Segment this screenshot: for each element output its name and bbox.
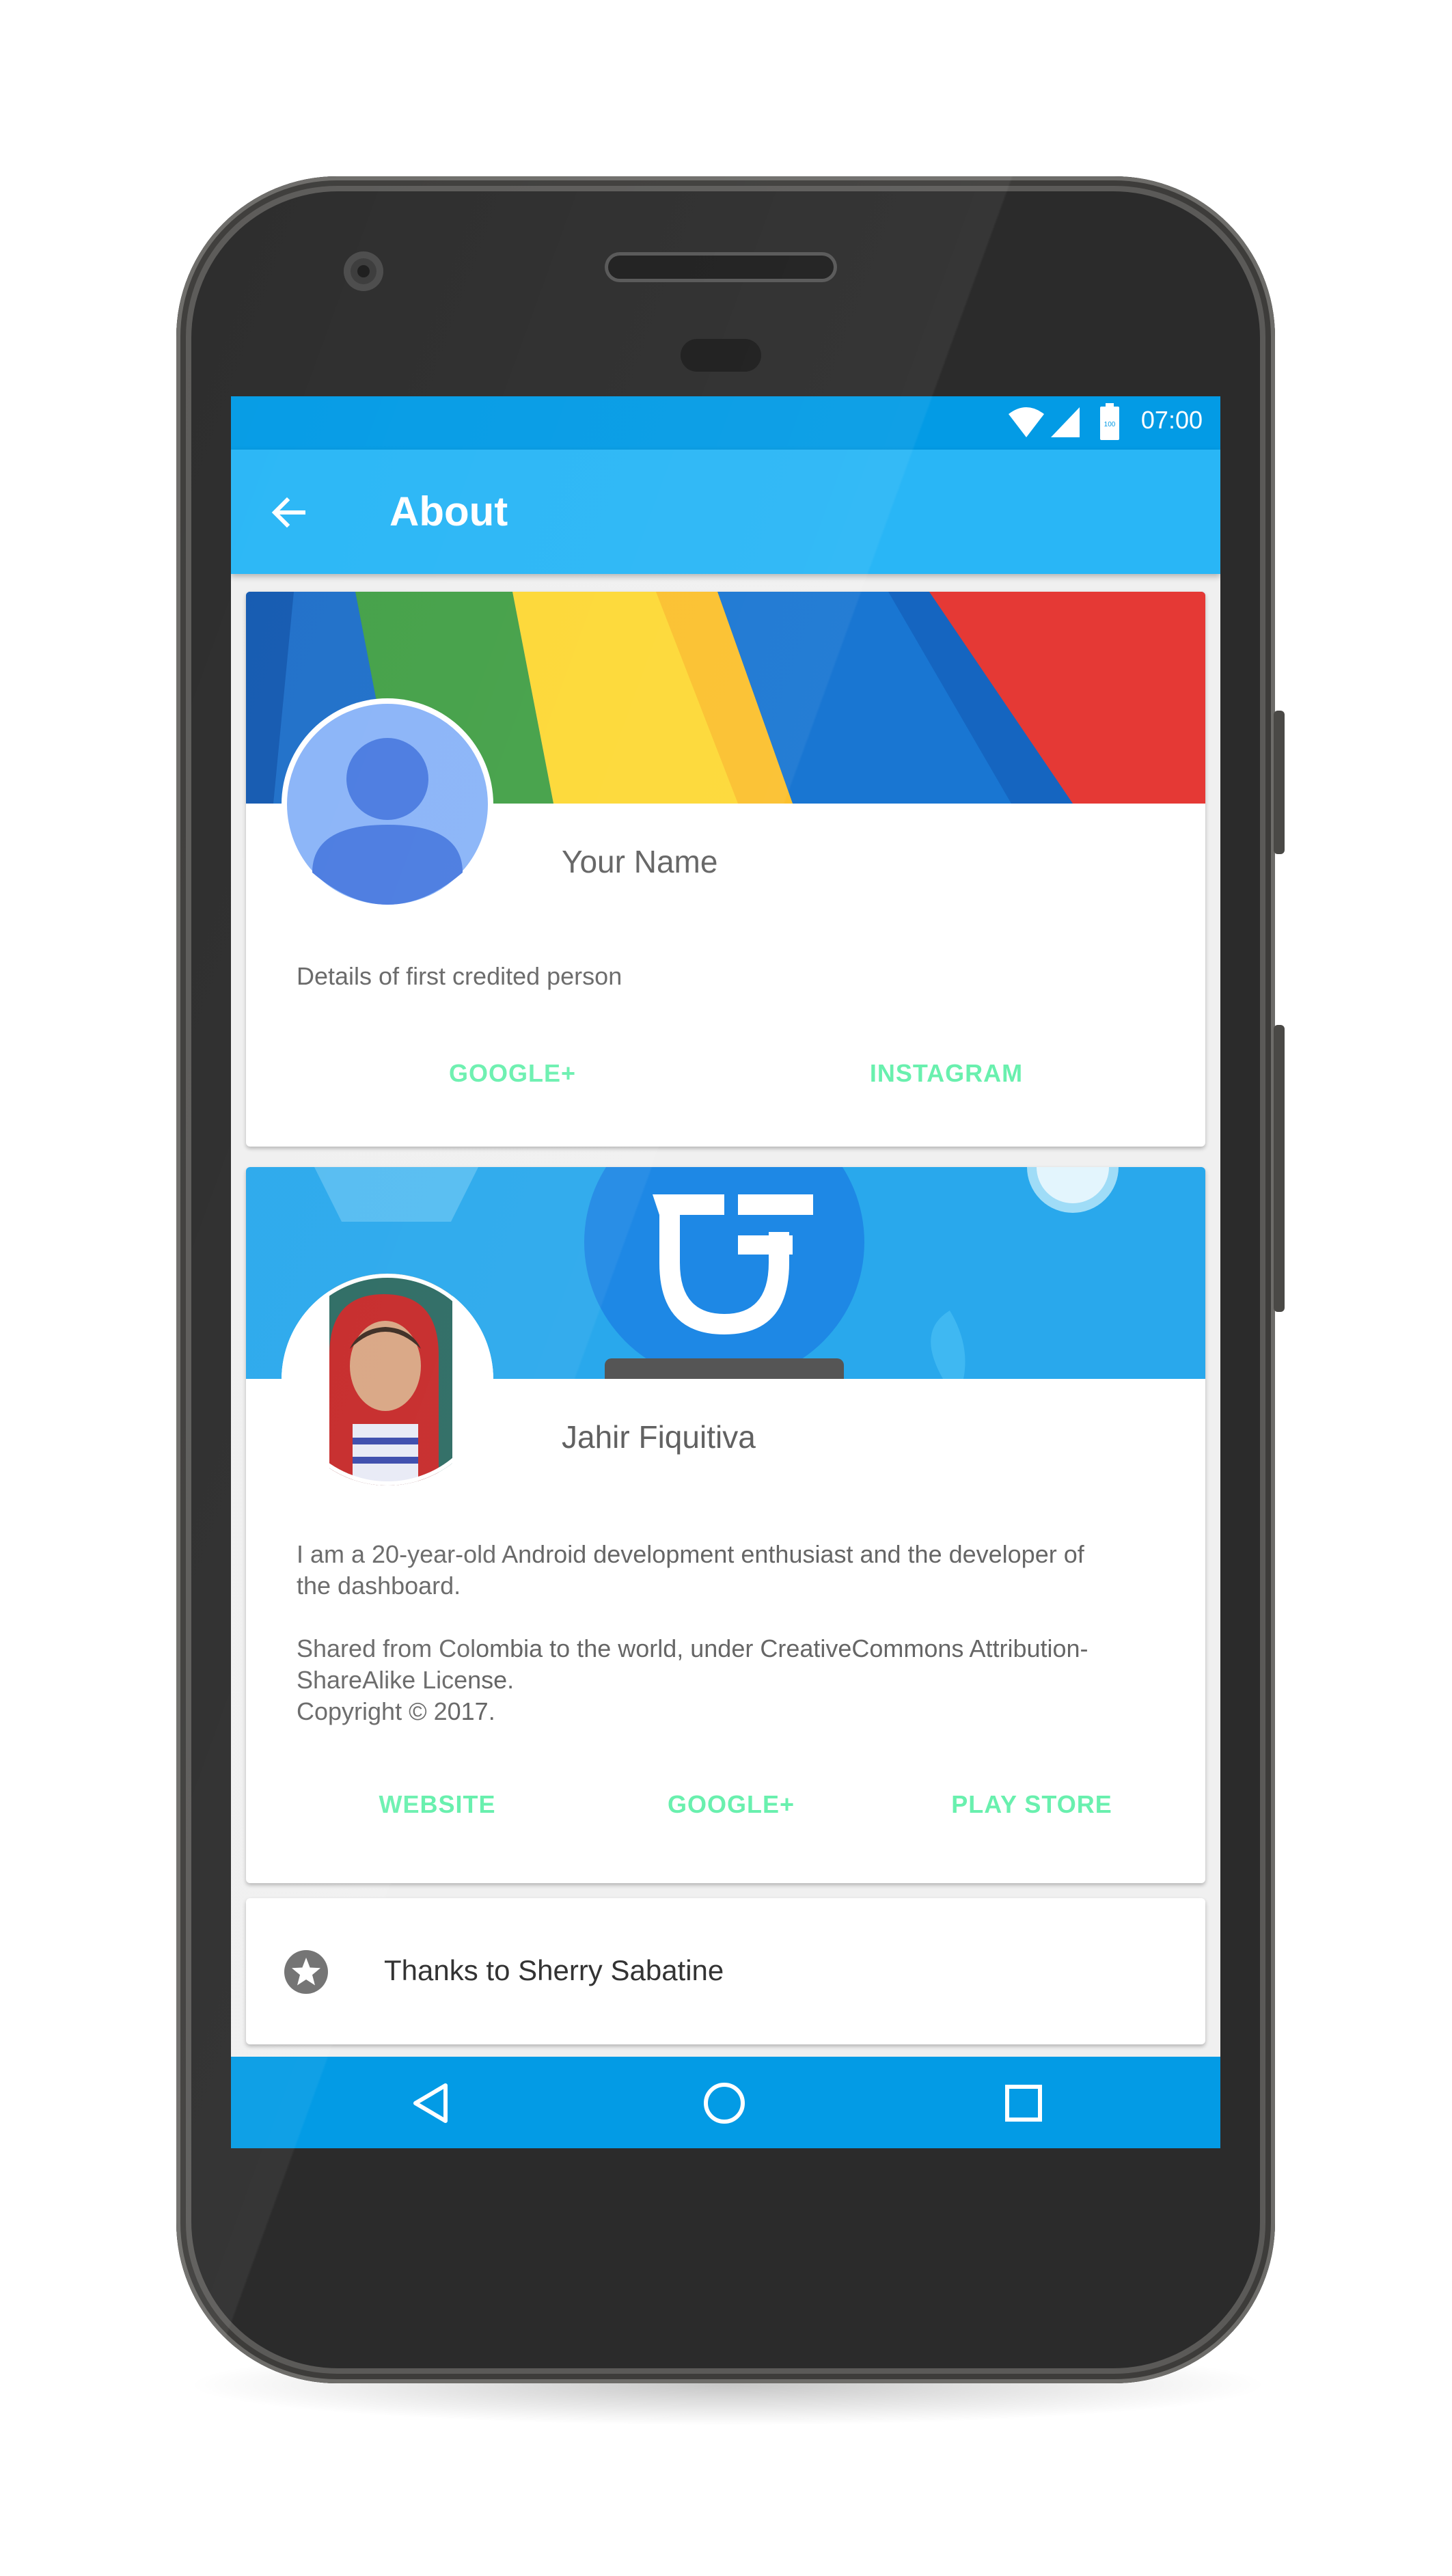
battery-icon: 100 — [1100, 403, 1119, 440]
star-circle-icon — [284, 1950, 328, 1994]
details-line: ShareAlike License. — [297, 1666, 515, 1694]
avatar-placeholder — [282, 698, 493, 910]
person-details: Details of first credited person — [297, 962, 622, 990]
earpiece-speaker — [608, 256, 834, 279]
thanks-list-item[interactable]: Thanks to Sherry Sabatine — [246, 1898, 1205, 2044]
battery-level-text: 100 — [1104, 421, 1116, 428]
navigation-bar — [231, 2057, 1220, 2148]
nav-back-icon[interactable] — [410, 2081, 451, 2125]
google-plus-button[interactable]: GOOGLE+ — [629, 1790, 834, 1819]
credit-card-1: Your Name Details of first credited pers… — [246, 592, 1205, 1147]
play-store-button[interactable]: PLAY STORE — [919, 1790, 1145, 1819]
credit-card-2: Jahir Fiquitiva I am a 20-year-old Andro… — [246, 1167, 1205, 1883]
phone-power-button — [1274, 711, 1285, 854]
nav-recents-icon[interactable] — [1004, 2084, 1043, 2122]
person-name: Your Name — [562, 844, 718, 879]
details-line: Copyright © 2017. — [297, 1697, 495, 1725]
status-bar: 100 07:00 — [231, 396, 1220, 450]
website-button[interactable]: WEBSITE — [335, 1790, 540, 1819]
wifi-icon — [1009, 407, 1044, 437]
phone-volume-button — [1274, 1025, 1285, 1312]
app-screen: 100 07:00 About Your Name Details of fir… — [231, 396, 1220, 2148]
signal-icon — [1051, 407, 1080, 437]
app-bar: About — [231, 450, 1220, 574]
status-time: 07:00 — [1140, 406, 1203, 434]
details-line: Shared from Colombia to the world, under… — [297, 1634, 1088, 1662]
person-name: Jahir Fiquitiva — [562, 1419, 756, 1455]
details-line: I am a 20-year-old Android development e… — [297, 1540, 1084, 1568]
proximity-sensor — [681, 339, 761, 372]
details-line: the dashboard. — [297, 1572, 461, 1600]
developer-avatar — [282, 1274, 493, 1485]
front-camera — [344, 251, 383, 291]
person-details: I am a 20-year-old Android development e… — [297, 1539, 1171, 1727]
google-plus-button[interactable]: GOOGLE+ — [410, 1059, 615, 1088]
instagram-button[interactable]: INSTAGRAM — [827, 1059, 1066, 1088]
person-icon — [283, 700, 492, 909]
page-title: About — [389, 489, 508, 534]
thanks-label: Thanks to Sherry Sabatine — [384, 1954, 724, 1986]
developer-photo — [282, 1274, 493, 1485]
arrow-back-icon[interactable] — [268, 492, 309, 533]
nav-home-icon[interactable] — [702, 2081, 746, 2125]
